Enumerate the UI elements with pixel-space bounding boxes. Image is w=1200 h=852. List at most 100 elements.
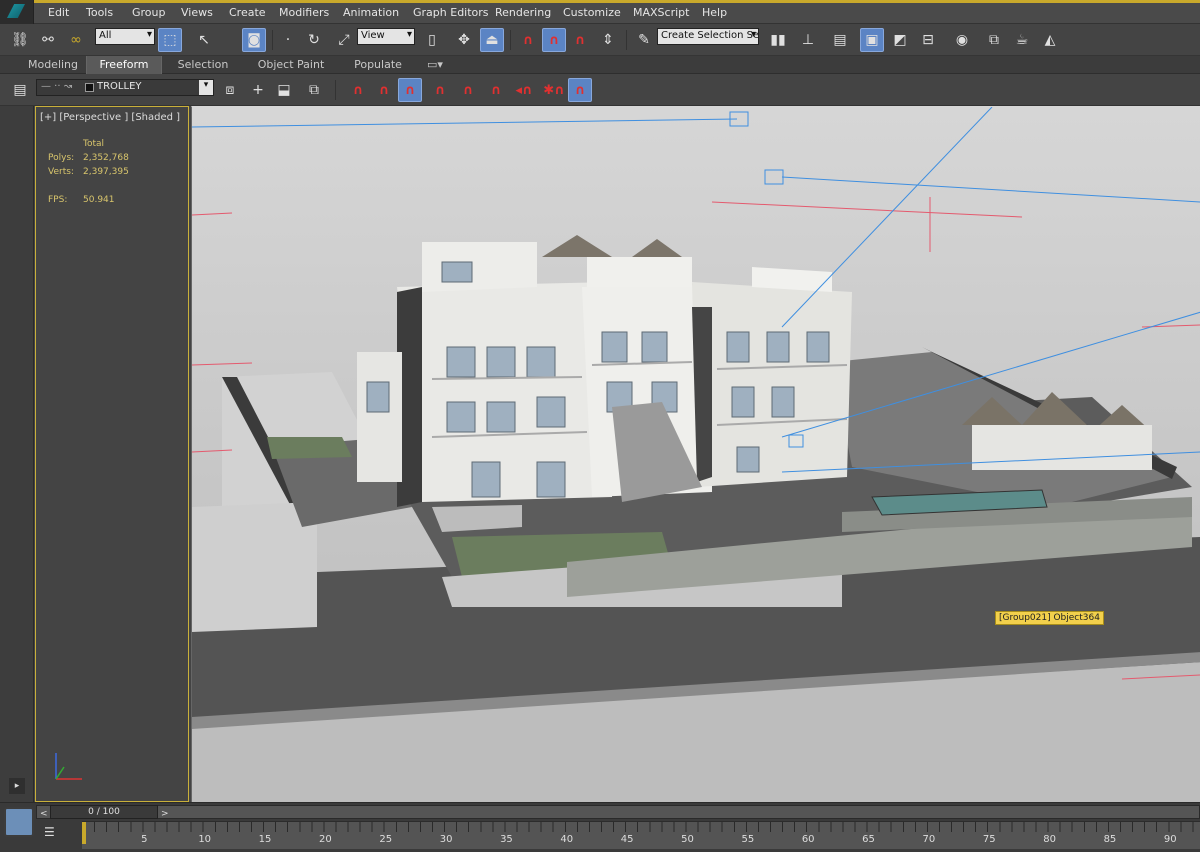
align-icon[interactable]: ⊥ xyxy=(796,28,820,52)
frame-tick-label: 40 xyxy=(560,834,574,845)
toolbar-separator xyxy=(510,30,511,50)
pick-object-icon[interactable]: ⬓ xyxy=(272,78,296,102)
object-color-swatch[interactable] xyxy=(85,83,94,92)
frame-tick-label: 45 xyxy=(620,834,634,845)
tab-populate[interactable]: Populate xyxy=(342,56,414,74)
slider-next-icon[interactable]: > xyxy=(161,809,169,819)
viewport-perspective-stats[interactable]: [+] [Perspective ] [Shaded ] Total Polys… xyxy=(35,106,189,802)
select-object-icon[interactable]: ⬚ xyxy=(158,28,182,52)
frame-tick-label: 5 xyxy=(141,834,148,845)
menu-modifiers[interactable]: Modifiers xyxy=(279,6,329,19)
current-frame-marker[interactable] xyxy=(82,822,86,844)
bind-space-warp-icon[interactable]: ∞ xyxy=(64,28,88,52)
material-editor-icon[interactable]: ◉ xyxy=(950,28,974,52)
rendered-frame-window-icon[interactable]: ☕ xyxy=(1010,28,1034,52)
object-tooltip: [Group021] Object364 xyxy=(995,611,1104,625)
ribbon-options-icon[interactable]: ▭▾ xyxy=(422,56,448,74)
render-production-icon[interactable]: ◭ xyxy=(1038,28,1062,52)
expand-panel-icon[interactable]: ▸ xyxy=(9,778,25,794)
snaps-toggle-icon[interactable]: ∩ xyxy=(516,28,540,52)
menu-edit[interactable]: Edit xyxy=(48,6,69,19)
select-rotate-icon[interactable]: ↻ xyxy=(302,28,326,52)
unlink-icon[interactable]: ⚯ xyxy=(36,28,60,52)
viewport-label[interactable]: [+] [Perspective ] [Shaded ] xyxy=(40,112,180,123)
frame-tick-label: 20 xyxy=(319,834,332,845)
tab-object-paint[interactable]: Object Paint xyxy=(250,56,332,74)
window-crossing-icon[interactable]: ◙ xyxy=(242,28,266,52)
paint-tools-icon[interactable]: ⧈ xyxy=(218,78,242,102)
ribbon-tabs: Modeling Freeform Selection Object Paint… xyxy=(0,56,1200,74)
select-move-icon[interactable]: · xyxy=(276,28,300,52)
frame-tick-label: 10 xyxy=(198,834,212,845)
frame-ruler[interactable]: 5 10 15 20 25 30 35 40 45 50 55 60 65 70 75 80 85 90 xyxy=(82,821,1200,849)
fps-label: FPS: xyxy=(48,195,68,205)
graphite-modeling-tools-icon[interactable]: ▣ xyxy=(860,28,884,52)
menu-maxscript[interactable]: MAXScript xyxy=(633,6,689,19)
tab-selection[interactable]: Selection xyxy=(164,56,242,74)
schematic-view-icon[interactable]: ⊟ xyxy=(916,28,940,52)
mini-listener-button[interactable] xyxy=(4,807,34,837)
menu-create[interactable]: Create xyxy=(229,6,266,19)
menu-customize[interactable]: Customize xyxy=(563,6,621,19)
frame-tick-label: 15 xyxy=(258,834,272,845)
named-selection-dropdown[interactable]: Create Selection Se xyxy=(657,28,759,45)
snap-pivot-icon[interactable]: ∩ xyxy=(372,78,396,102)
select-scale-icon[interactable]: ⤢ xyxy=(332,28,356,52)
frame-tick-label: 35 xyxy=(500,834,513,845)
select-by-name-icon[interactable]: ↖ xyxy=(192,28,216,52)
frame-tick-label: 80 xyxy=(1043,834,1056,845)
spinner-snap-icon[interactable]: ⇕ xyxy=(596,28,620,52)
frame-tick-label: 55 xyxy=(741,834,755,845)
verts-value: 2,397,395 xyxy=(83,167,129,177)
select-manipulate-icon[interactable]: ✥ xyxy=(452,28,476,52)
menu-animation[interactable]: Animation xyxy=(343,6,399,19)
snap-face-icon[interactable]: ◂∩ xyxy=(512,78,536,102)
curve-editor-icon[interactable]: ◩ xyxy=(888,28,912,52)
viewport-main[interactable]: [Group021] Object364 xyxy=(191,106,1200,802)
snap-endpoint-icon[interactable]: ∩ xyxy=(428,78,452,102)
frame-tick-label: 60 xyxy=(801,834,815,845)
pivot-center-icon[interactable]: ▯ xyxy=(420,28,444,52)
object-name-field[interactable]: — ·· ↝ TROLLEY ▾ xyxy=(36,79,214,96)
selection-filter-dropdown[interactable]: All xyxy=(95,28,155,45)
object-paint-icon[interactable]: ▤ xyxy=(8,78,32,102)
app-logo-icon[interactable] xyxy=(0,0,34,24)
slider-prev-icon[interactable]: < xyxy=(40,809,48,819)
menu-group[interactable]: Group xyxy=(132,6,166,19)
snap-edge-icon[interactable]: ∩ xyxy=(484,78,508,102)
snap-midpoint-icon[interactable]: ∩ xyxy=(456,78,480,102)
edit-object-list-icon[interactable]: ⧉ xyxy=(302,78,326,102)
time-slider-track[interactable]: < > xyxy=(36,805,1200,819)
frame-tick-label: 65 xyxy=(862,834,875,845)
menu-help[interactable]: Help xyxy=(702,6,727,19)
brush-stroke-icon: — ·· ↝ xyxy=(41,81,73,92)
command-strip: ▸ xyxy=(0,106,34,802)
snap-vertex-icon[interactable]: ∩ xyxy=(398,78,422,102)
reference-coord-dropdown[interactable]: View xyxy=(357,28,415,45)
edit-named-selection-icon[interactable]: ✎ xyxy=(632,28,656,52)
chevron-down-icon[interactable]: ▾ xyxy=(199,80,213,95)
menu-tools[interactable]: Tools xyxy=(86,6,113,19)
link-icon[interactable]: ⛓ xyxy=(8,28,32,52)
menu-rendering[interactable]: Rendering xyxy=(495,6,551,19)
track-bar-toggle-icon[interactable]: ☰ xyxy=(44,825,62,841)
time-slider-thumb[interactable]: 0 / 100 xyxy=(50,805,158,819)
layer-manager-icon[interactable]: ▤ xyxy=(828,28,852,52)
snap-grid-icon[interactable]: ∩ xyxy=(346,78,370,102)
keyboard-shortcut-override-icon[interactable]: ⏏ xyxy=(480,28,504,52)
polys-label: Polys: xyxy=(48,153,75,163)
add-object-icon[interactable]: + xyxy=(246,78,270,102)
percent-snap-icon[interactable]: ∩ xyxy=(568,28,592,52)
snap-center-face-icon[interactable]: ✱∩ xyxy=(542,78,566,102)
snap-xy-icon[interactable]: ∩ xyxy=(568,78,592,102)
frame-tick-label: 70 xyxy=(922,834,936,845)
frame-tick-label: 75 xyxy=(982,834,996,845)
mirror-icon[interactable]: ▮▮ xyxy=(766,28,790,52)
menu-views[interactable]: Views xyxy=(181,6,213,19)
render-setup-icon[interactable]: ⧉ xyxy=(982,28,1006,52)
angle-snap-icon[interactable]: ∩ xyxy=(542,28,566,52)
tab-freeform[interactable]: Freeform xyxy=(86,56,162,74)
main-toolbar: ⛓ ⚯ ∞ All ⬚ ↖ ◙ · ↻ ⤢ View ▯ ✥ ⏏ ∩ ∩ ∩ ⇕… xyxy=(0,24,1200,56)
tab-modeling[interactable]: Modeling xyxy=(18,56,88,74)
menu-graph-editors[interactable]: Graph Editors xyxy=(413,6,489,19)
